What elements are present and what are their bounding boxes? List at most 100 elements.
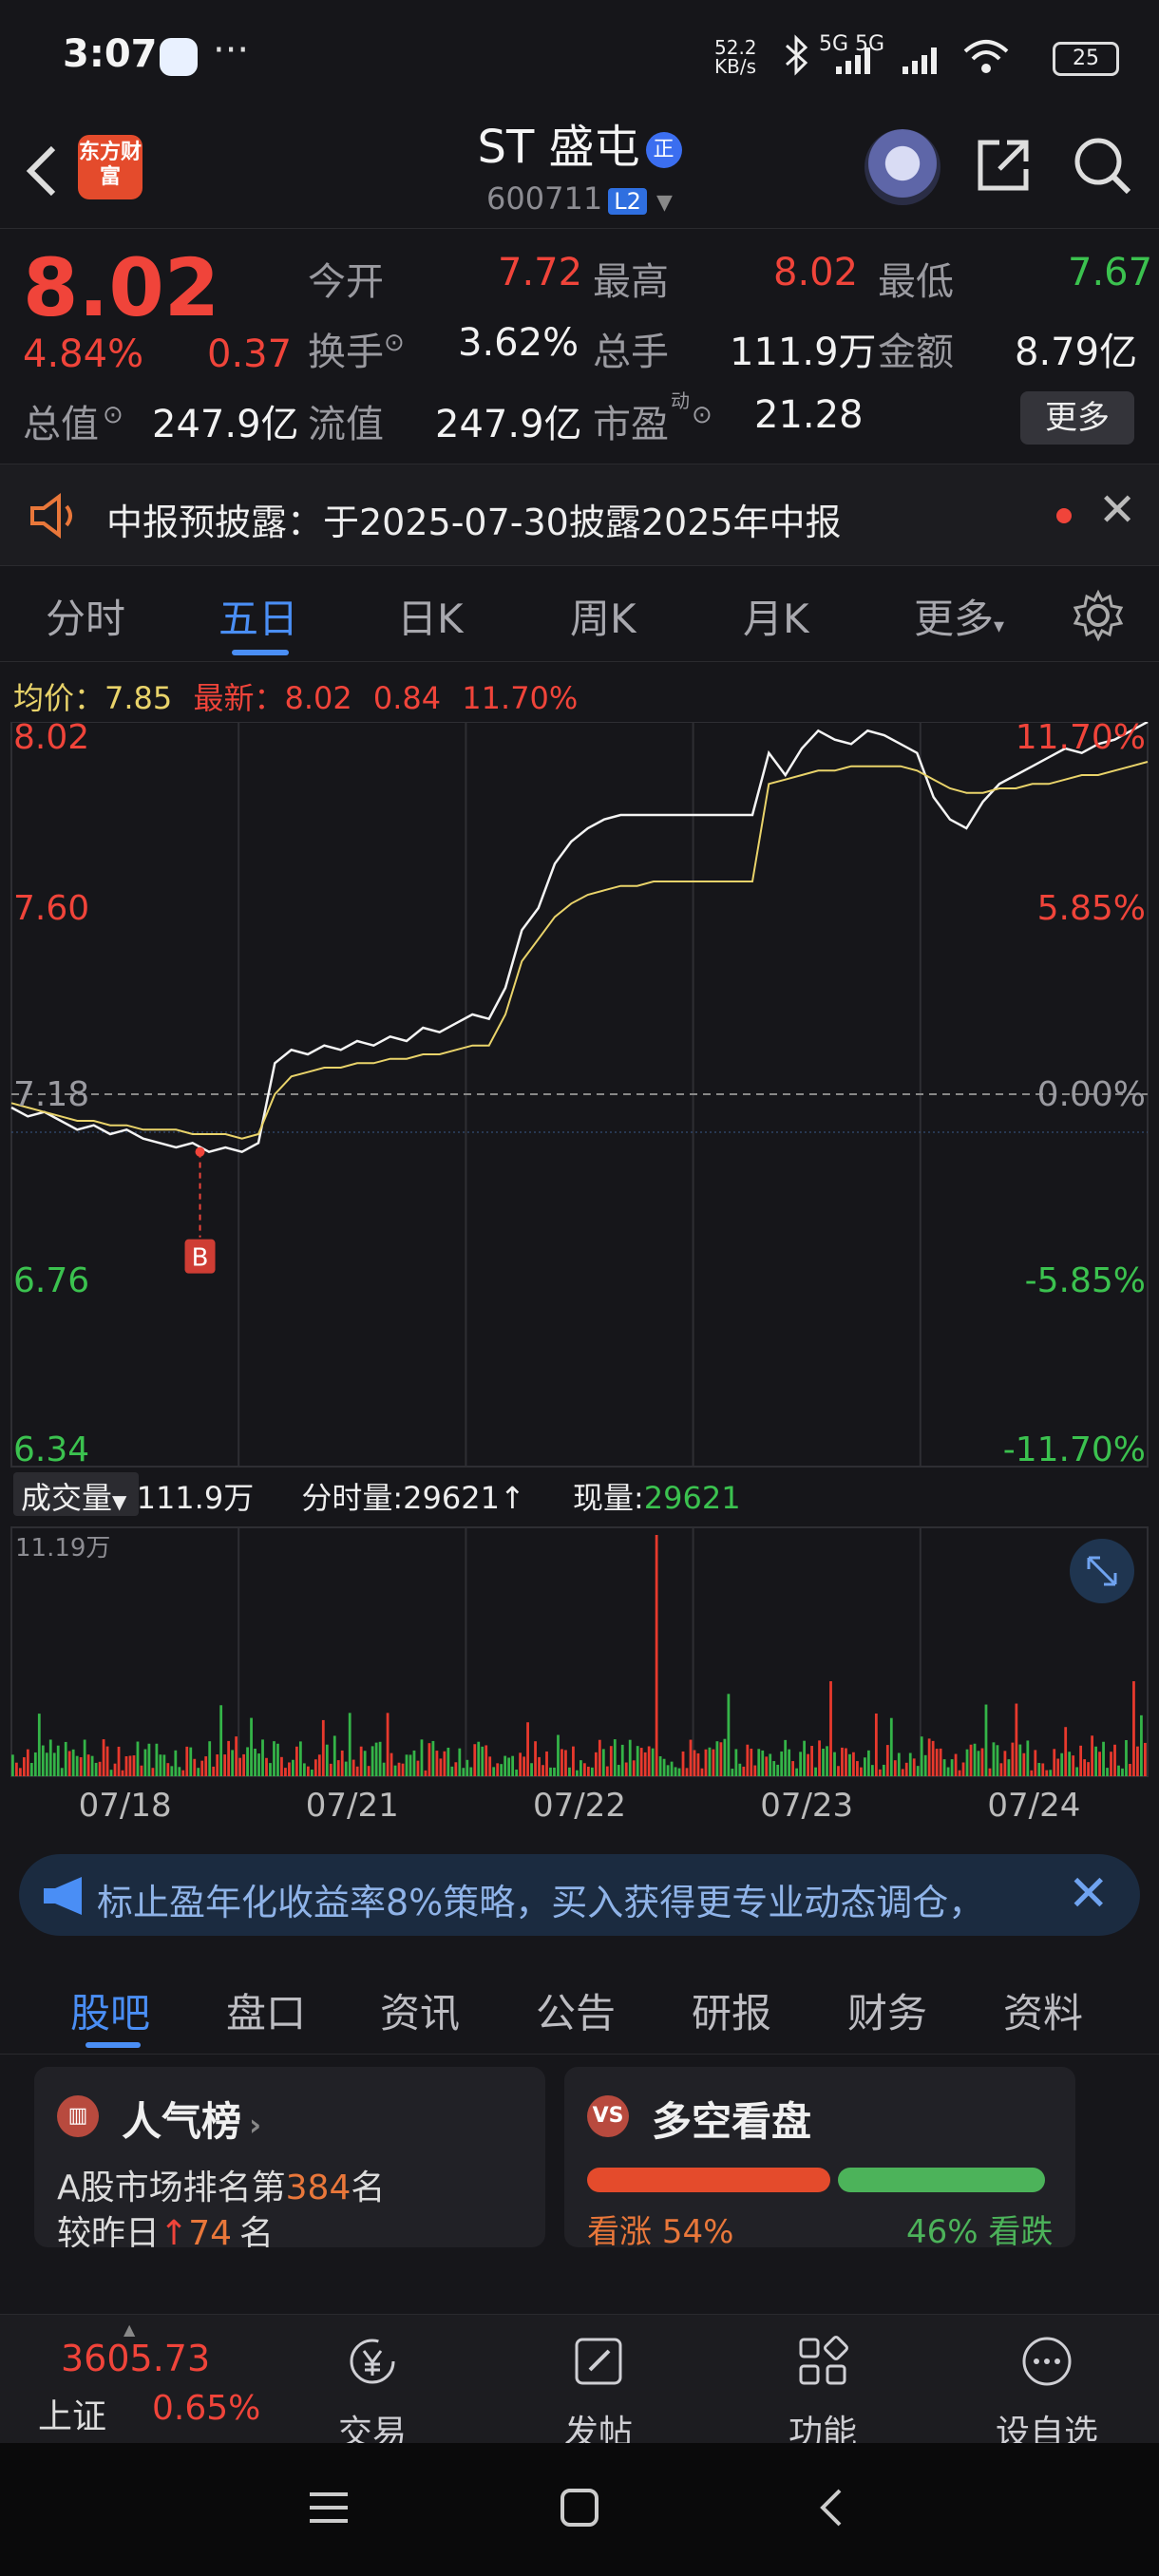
volume-bar xyxy=(45,1752,48,1776)
volume-bar xyxy=(235,1736,238,1776)
system-navigation-bar xyxy=(0,2443,1159,2576)
volume-bar xyxy=(223,1754,227,1776)
info-circle-icon[interactable]: ⊙ xyxy=(692,401,712,429)
volume-bar xyxy=(818,1740,821,1776)
volume-bar xyxy=(605,1766,609,1776)
popularity-title-text: 人气榜 xyxy=(122,2098,242,2145)
volume-bar xyxy=(1110,1752,1112,1776)
tab-research[interactable]: 研报 xyxy=(692,1981,771,2039)
nav-functions[interactable]: 功能 xyxy=(747,2334,899,2454)
volume-indicator-label: 成交量 xyxy=(21,1480,113,1516)
volume-bar xyxy=(56,1745,60,1776)
high-value: 8.02 xyxy=(773,251,859,294)
nav-trade[interactable]: 交易 xyxy=(296,2334,448,2454)
rank-delta-line: 较昨日↑74 名 xyxy=(57,2206,274,2247)
five-day-chart[interactable]: B 8.02 7.60 7.18 6.76 6.34 11.70% 5.85% 0.00% -5… xyxy=(0,722,1159,1843)
volume-bar xyxy=(504,1755,507,1776)
caret-down-icon: ▾ xyxy=(994,615,1005,638)
popularity-card[interactable]: ▥ 人气榜 › A股市场排名第384名 较昨日↑74 名 xyxy=(34,2067,545,2247)
status-bar: 3:07 ··· 52.2 KB/s 5G 5G 25 xyxy=(0,0,1159,114)
volume-bar xyxy=(11,1754,14,1776)
tab-guba[interactable]: 股吧 xyxy=(70,1981,150,2039)
sentiment-title: 多空看盘 xyxy=(652,2098,812,2145)
info-circle-icon[interactable]: ⊙ xyxy=(384,329,405,357)
volume-bar xyxy=(1007,1759,1011,1776)
bear-label: 看跌 xyxy=(988,2213,1054,2247)
tab-pankou[interactable]: 盘口 xyxy=(226,1981,306,2039)
volume-bar xyxy=(246,1747,249,1776)
amount-value: 8.79亿 xyxy=(1015,331,1138,374)
volume-bar xyxy=(803,1740,806,1776)
chart-settings-gear-icon[interactable] xyxy=(1072,589,1125,642)
volume-bar xyxy=(37,1714,41,1776)
tab-five-day[interactable]: 五日 xyxy=(218,587,298,645)
volume-bar xyxy=(662,1758,666,1776)
chevron-right-icon: › xyxy=(249,2107,262,2143)
volume-bar xyxy=(473,1744,477,1776)
tab-news[interactable]: 资讯 xyxy=(380,1981,460,2039)
sentiment-card[interactable]: VS 多空看盘 看涨 54% 46% 看跌 xyxy=(564,2067,1075,2247)
volume-bar xyxy=(292,1759,294,1776)
info-circle-icon[interactable]: ⊙ xyxy=(103,401,124,429)
tab-daily-k[interactable]: 日K xyxy=(397,587,464,645)
volume-bar xyxy=(920,1736,923,1776)
volume-bar xyxy=(689,1739,693,1776)
y-axis-label-right: -5.85% xyxy=(1025,1261,1146,1300)
volume-bar xyxy=(572,1746,575,1776)
tab-intraday[interactable]: 分时 xyxy=(46,587,125,645)
volume-bar xyxy=(1022,1752,1026,1776)
volume-bar xyxy=(822,1748,825,1776)
float-value: 247.9亿 xyxy=(435,403,582,446)
volume-bar xyxy=(250,1717,253,1776)
volume-bar xyxy=(893,1760,897,1776)
close-banner-icon[interactable]: ✕ xyxy=(1068,1866,1110,1923)
volume-bar xyxy=(545,1751,548,1776)
tab-finance[interactable]: 财务 xyxy=(847,1981,927,2039)
volume-bar xyxy=(181,1770,185,1776)
active-tab-indicator xyxy=(232,650,289,655)
tab-profile[interactable]: 资料 xyxy=(1003,1981,1083,2039)
nav-add-watchlist[interactable]: 设自选 xyxy=(971,2334,1123,2454)
volume-bar xyxy=(424,1770,428,1776)
volume-bar xyxy=(856,1761,859,1776)
volume-bar xyxy=(628,1739,632,1776)
volume-bar xyxy=(549,1767,552,1776)
battery-indicator: 25 xyxy=(1053,42,1119,76)
volume-bar xyxy=(492,1767,496,1776)
volume-bar xyxy=(64,1741,67,1776)
volume-bar xyxy=(314,1759,317,1776)
expand-chart-button[interactable] xyxy=(1070,1539,1134,1603)
volume-bar xyxy=(1011,1742,1015,1776)
volume-bar xyxy=(212,1766,216,1776)
volume-bar xyxy=(147,1743,151,1776)
home-icon[interactable] xyxy=(557,2485,602,2530)
back-nav-icon[interactable] xyxy=(809,2485,855,2530)
signal-bars-icon xyxy=(836,47,937,74)
tab-monthly-k[interactable]: 月K xyxy=(743,587,809,645)
browser-app-icon xyxy=(160,38,198,76)
index-pct: 0.65% xyxy=(152,2389,261,2428)
notice-bar[interactable]: 中报预披露：于2025-07-30披露2025年中报 ✕ xyxy=(0,464,1159,566)
menu-icon[interactable] xyxy=(306,2485,352,2530)
nav-post[interactable]: 发帖 xyxy=(522,2334,674,2454)
volume-bar xyxy=(397,1762,401,1776)
index-ticker[interactable]: ▲ 3605.73 上证 0.65% xyxy=(0,2315,260,2444)
volume-max-label: 11.19万 xyxy=(15,1534,110,1563)
fenshi-label: 分时量: xyxy=(301,1480,404,1516)
delta-prefix: 较昨日 xyxy=(57,2214,161,2247)
tab-more[interactable]: 更多▾ xyxy=(914,587,1004,645)
tab-weekly-k[interactable]: 周K xyxy=(570,587,636,645)
tab-announcements[interactable]: 公告 xyxy=(536,1981,616,2039)
avg-price-line xyxy=(10,761,1149,1140)
promo-banner[interactable]: 标止盈年化收益率8%策略，买入获得更专业动态调仓， ✕ xyxy=(19,1854,1140,1936)
y-axis-label-right: 5.85% xyxy=(1037,889,1146,928)
ai-assistant-robot-icon[interactable] xyxy=(864,129,940,205)
volume-bar xyxy=(67,1751,71,1776)
more-quote-button[interactable]: 更多 xyxy=(1020,391,1134,445)
volume-bar xyxy=(242,1753,245,1776)
share-icon[interactable] xyxy=(973,135,1034,196)
close-notice-icon[interactable]: ✕ xyxy=(1098,483,1136,537)
search-icon[interactable] xyxy=(1072,135,1132,196)
volume-bar xyxy=(1129,1764,1131,1776)
caret-up-icon: ▲ xyxy=(124,2320,136,2339)
